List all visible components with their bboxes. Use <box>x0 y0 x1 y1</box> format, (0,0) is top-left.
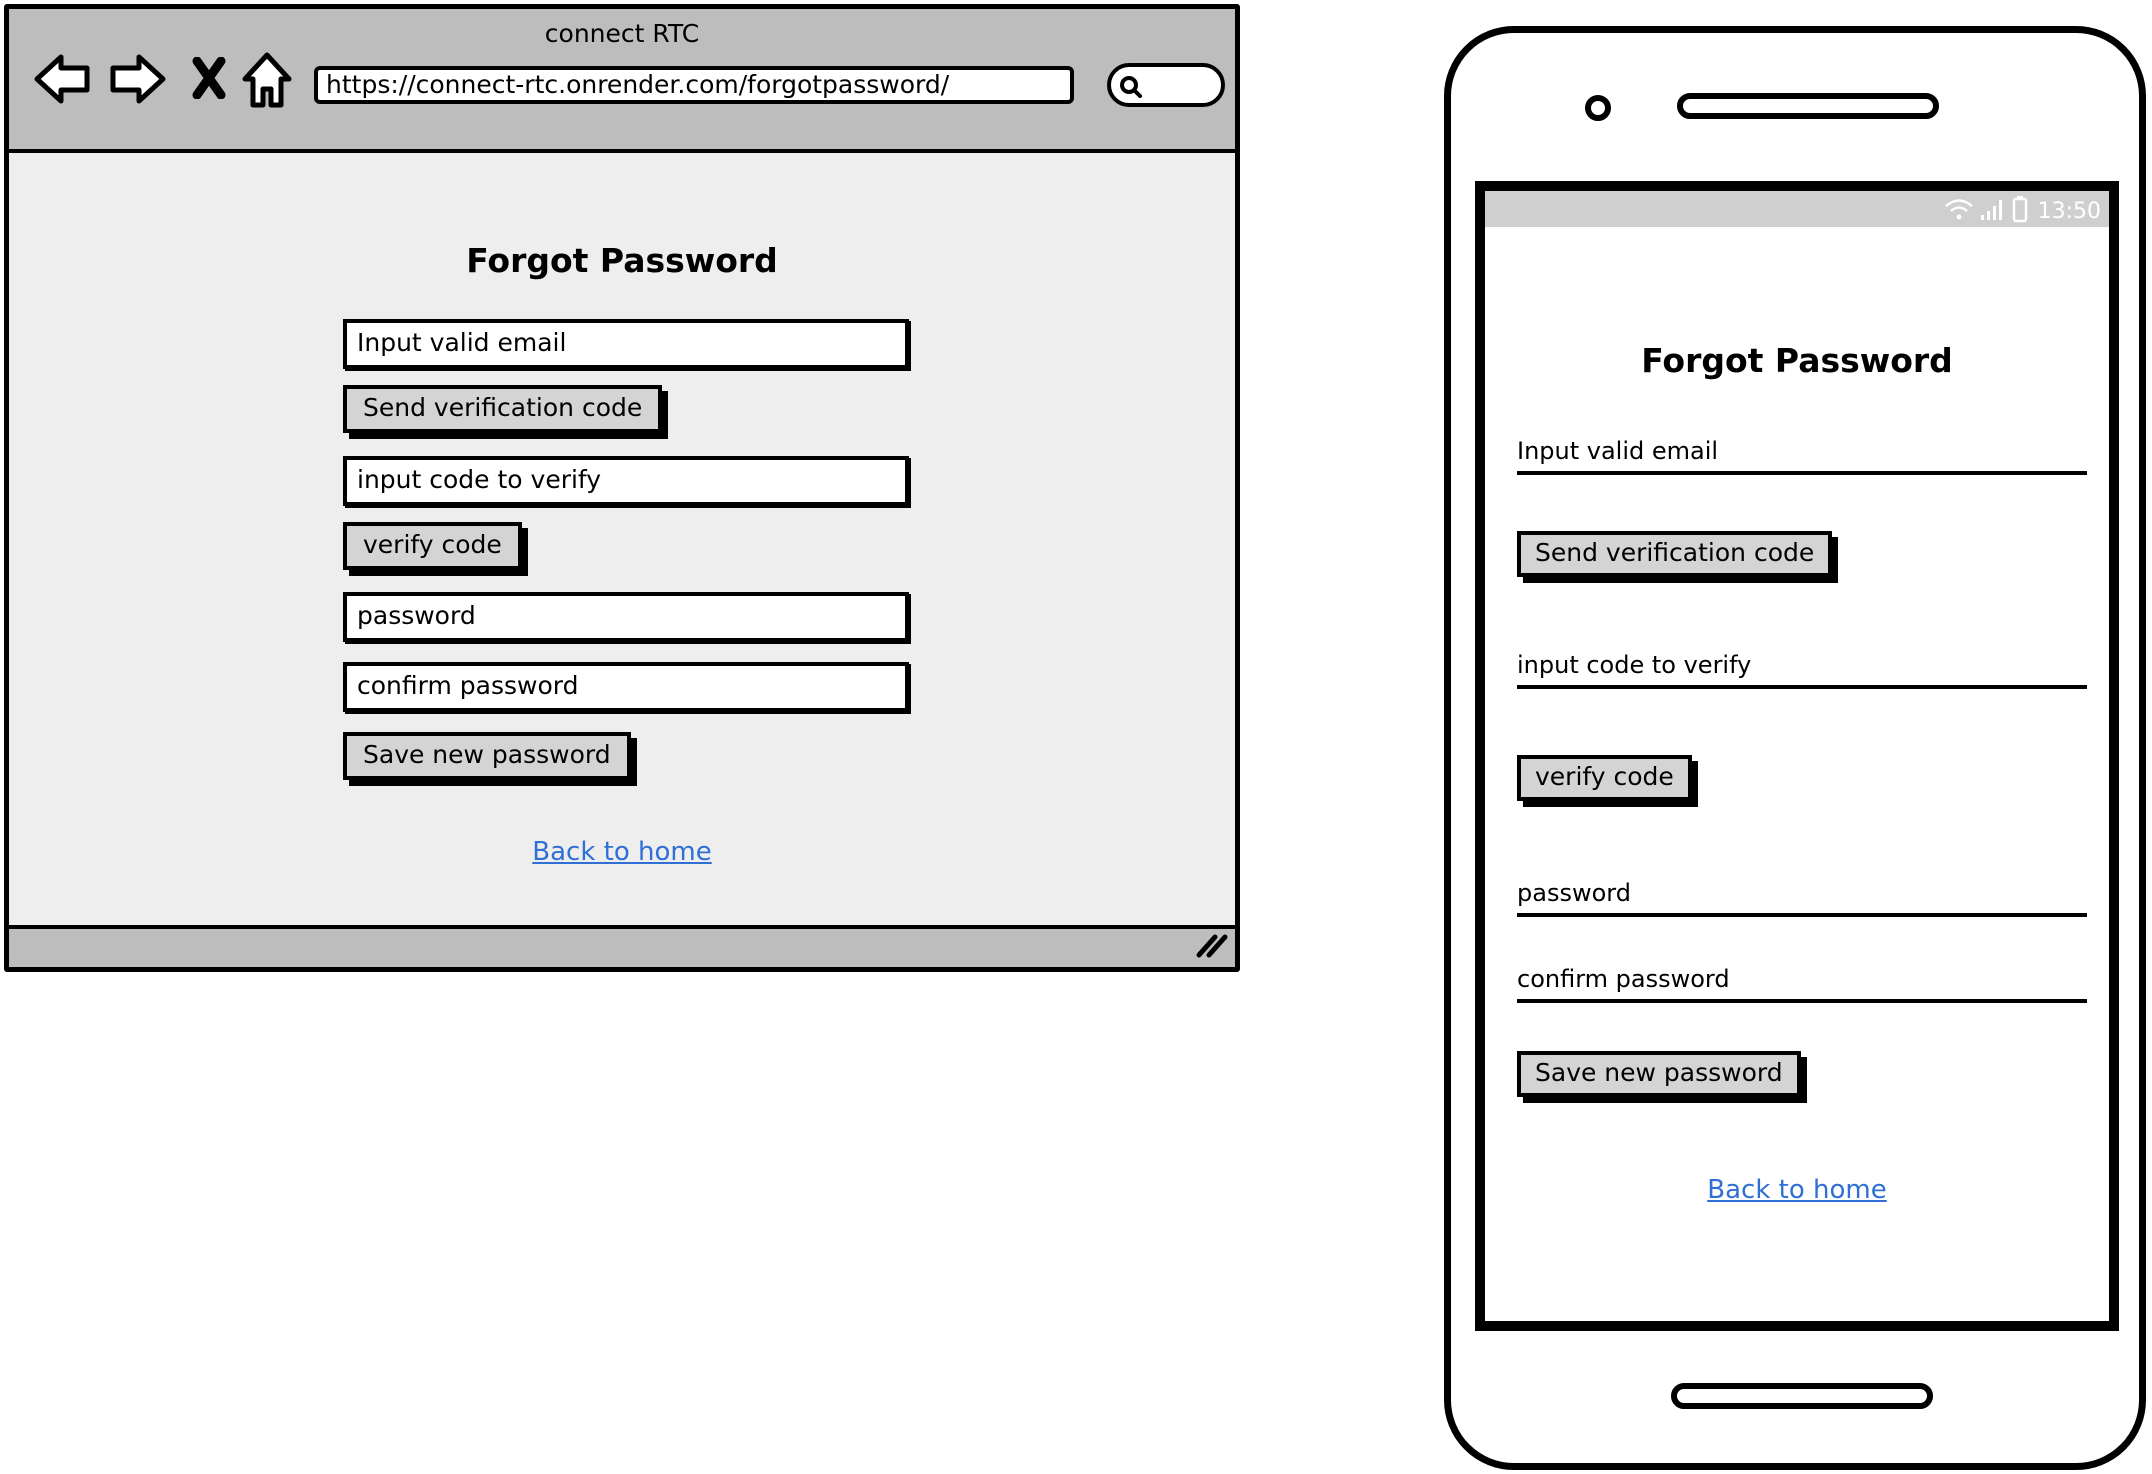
mobile-send-code-button[interactable]: Send verification code <box>1517 531 1833 577</box>
status-time: 13:50 <box>2037 198 2101 224</box>
search-box[interactable] <box>1107 63 1225 107</box>
mobile-password-field[interactable]: password <box>1517 869 2087 917</box>
email-field[interactable]: Input valid email <box>343 319 909 369</box>
mobile-confirm-placeholder: confirm password <box>1517 965 1730 993</box>
mobile-save-password-button[interactable]: Save new password <box>1517 1051 1801 1097</box>
verify-code-button[interactable]: verify code <box>343 522 522 570</box>
home-button[interactable] <box>1671 1383 1933 1409</box>
code-field[interactable]: input code to verify <box>343 456 909 506</box>
mobile-password-placeholder: password <box>1517 879 1631 907</box>
resize-handle-icon[interactable] <box>1193 929 1229 963</box>
mobile-email-placeholder: Input valid email <box>1517 437 1719 465</box>
mobile-page-title: Forgot Password <box>1641 341 1953 380</box>
password-field[interactable]: password <box>343 592 909 642</box>
save-password-button[interactable]: Save new password <box>343 732 631 780</box>
back-home-link-text[interactable]: Back to home <box>532 837 711 867</box>
back-home-link: Back to home <box>9 837 1235 867</box>
battery-icon <box>2012 195 2028 227</box>
home-icon[interactable] <box>241 51 293 109</box>
address-bar[interactable]: https://connect-rtc.onrender.com/forgotp… <box>314 66 1074 104</box>
mobile-back-home-link: Back to home <box>1485 1175 2109 1205</box>
confirm-password-field[interactable]: confirm password <box>343 662 909 712</box>
status-bar: 13:50 <box>1485 191 2109 227</box>
mobile-back-home-link-text[interactable]: Back to home <box>1707 1175 1886 1205</box>
mobile-email-field[interactable]: Input valid email <box>1517 427 2087 475</box>
browser-window: connect RTC https://connect-rtc.onrender… <box>4 4 1240 972</box>
camera-icon <box>1585 95 1611 121</box>
signal-icon <box>1980 197 2006 225</box>
search-icon <box>1119 75 1143 103</box>
close-icon[interactable] <box>191 57 227 99</box>
mobile-confirm-password-field[interactable]: confirm password <box>1517 955 2087 1003</box>
page-title: Forgot Password <box>466 241 778 280</box>
forward-arrow-icon[interactable] <box>109 51 167 107</box>
back-arrow-icon[interactable] <box>33 51 91 107</box>
speaker-grille <box>1677 93 1939 119</box>
send-code-button[interactable]: Send verification code <box>343 385 663 433</box>
mobile-code-placeholder: input code to verify <box>1517 651 1752 679</box>
window-title: connect RTC <box>544 19 700 48</box>
mobile-code-field[interactable]: input code to verify <box>1517 641 2087 689</box>
phone-screen: 13:50 Forgot Password Input valid email … <box>1475 181 2119 1331</box>
phone-frame: 13:50 Forgot Password Input valid email … <box>1444 26 2146 1470</box>
mobile-verify-code-button[interactable]: verify code <box>1517 755 1692 801</box>
wifi-icon <box>1944 197 1974 225</box>
page-content: Forgot Password Input valid email Send v… <box>9 149 1235 929</box>
